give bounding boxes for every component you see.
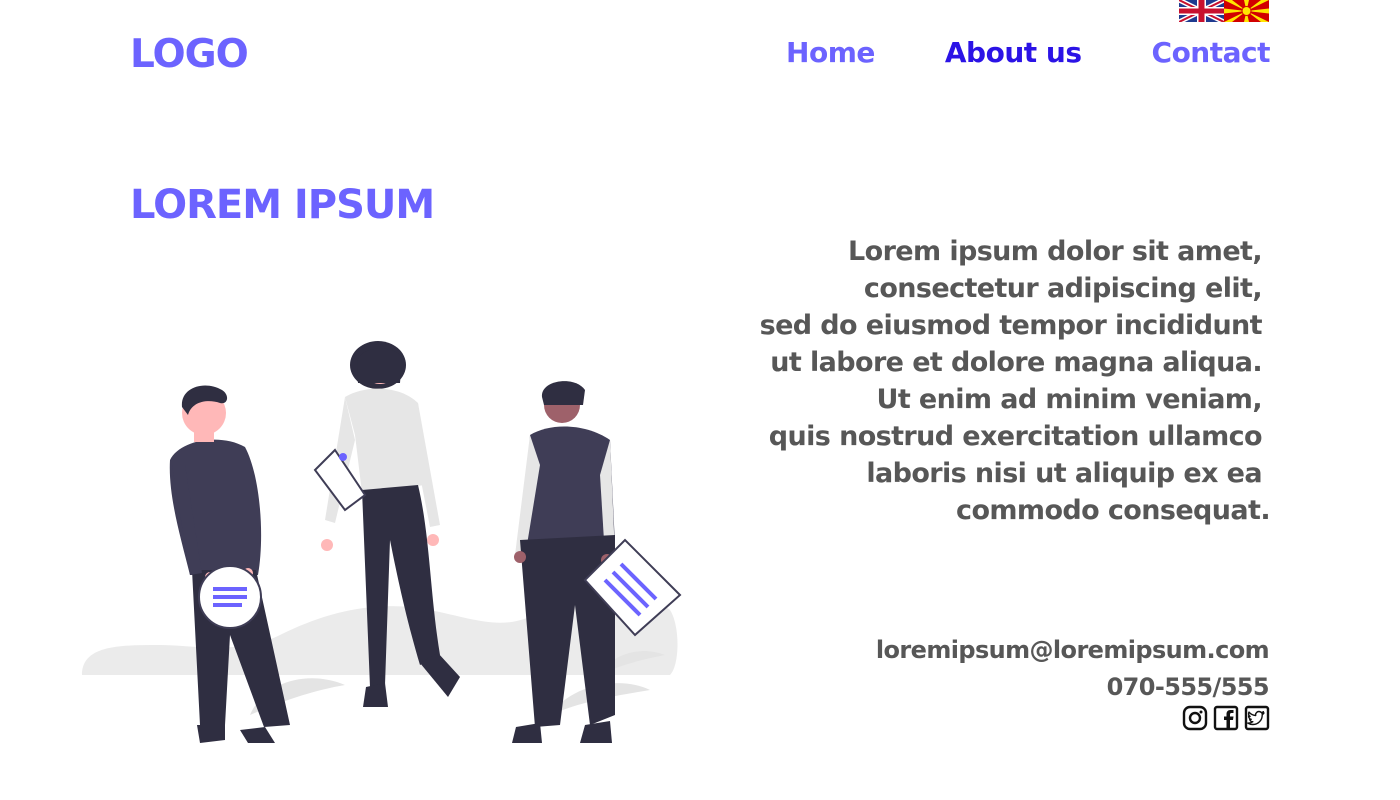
description-line: quis nostrud exercitation ullamco	[768, 421, 1263, 452]
twitter-icon[interactable]	[1244, 705, 1270, 731]
nav-contact[interactable]: Contact	[1152, 36, 1271, 69]
phone-number: 070-555/555	[1106, 673, 1270, 701]
email-link[interactable]: loremipsum@loremipsum.com	[876, 632, 1270, 669]
description-line: commodo consequat.	[956, 495, 1271, 526]
social-links	[1182, 705, 1270, 731]
instagram-icon[interactable]	[1182, 705, 1208, 731]
description-line: Ut enim ad minim veniam,	[876, 384, 1263, 415]
language-switcher	[1179, 0, 1269, 22]
facebook-icon[interactable]	[1213, 705, 1239, 731]
description-line: ut labore et dolore magna aliqua.	[770, 347, 1262, 378]
main-nav: Home About us Contact	[786, 36, 1270, 69]
page-title: LOREM IPSUM	[130, 182, 435, 228]
description-line: sed do eiusmod tempor incididunt	[759, 310, 1263, 341]
mk-flag-icon[interactable]	[1224, 0, 1269, 22]
team-illustration	[80, 335, 685, 751]
description-line: Lorem ipsum dolor sit amet,	[848, 236, 1263, 267]
description-line: consectetur adipiscing elit,	[863, 273, 1263, 304]
en-flag-icon[interactable]	[1179, 0, 1224, 22]
logo[interactable]: LOGO	[130, 32, 249, 77]
nav-about-us[interactable]: About us	[945, 36, 1082, 69]
hero-description: Lorem ipsum dolor sit amet, consectetur …	[702, 233, 1271, 529]
nav-home[interactable]: Home	[786, 36, 875, 69]
description-line: laboris nisi ut aliquip ex ea	[866, 458, 1262, 489]
contact-info: loremipsum@loremipsum.com 070-555/555	[876, 632, 1270, 706]
